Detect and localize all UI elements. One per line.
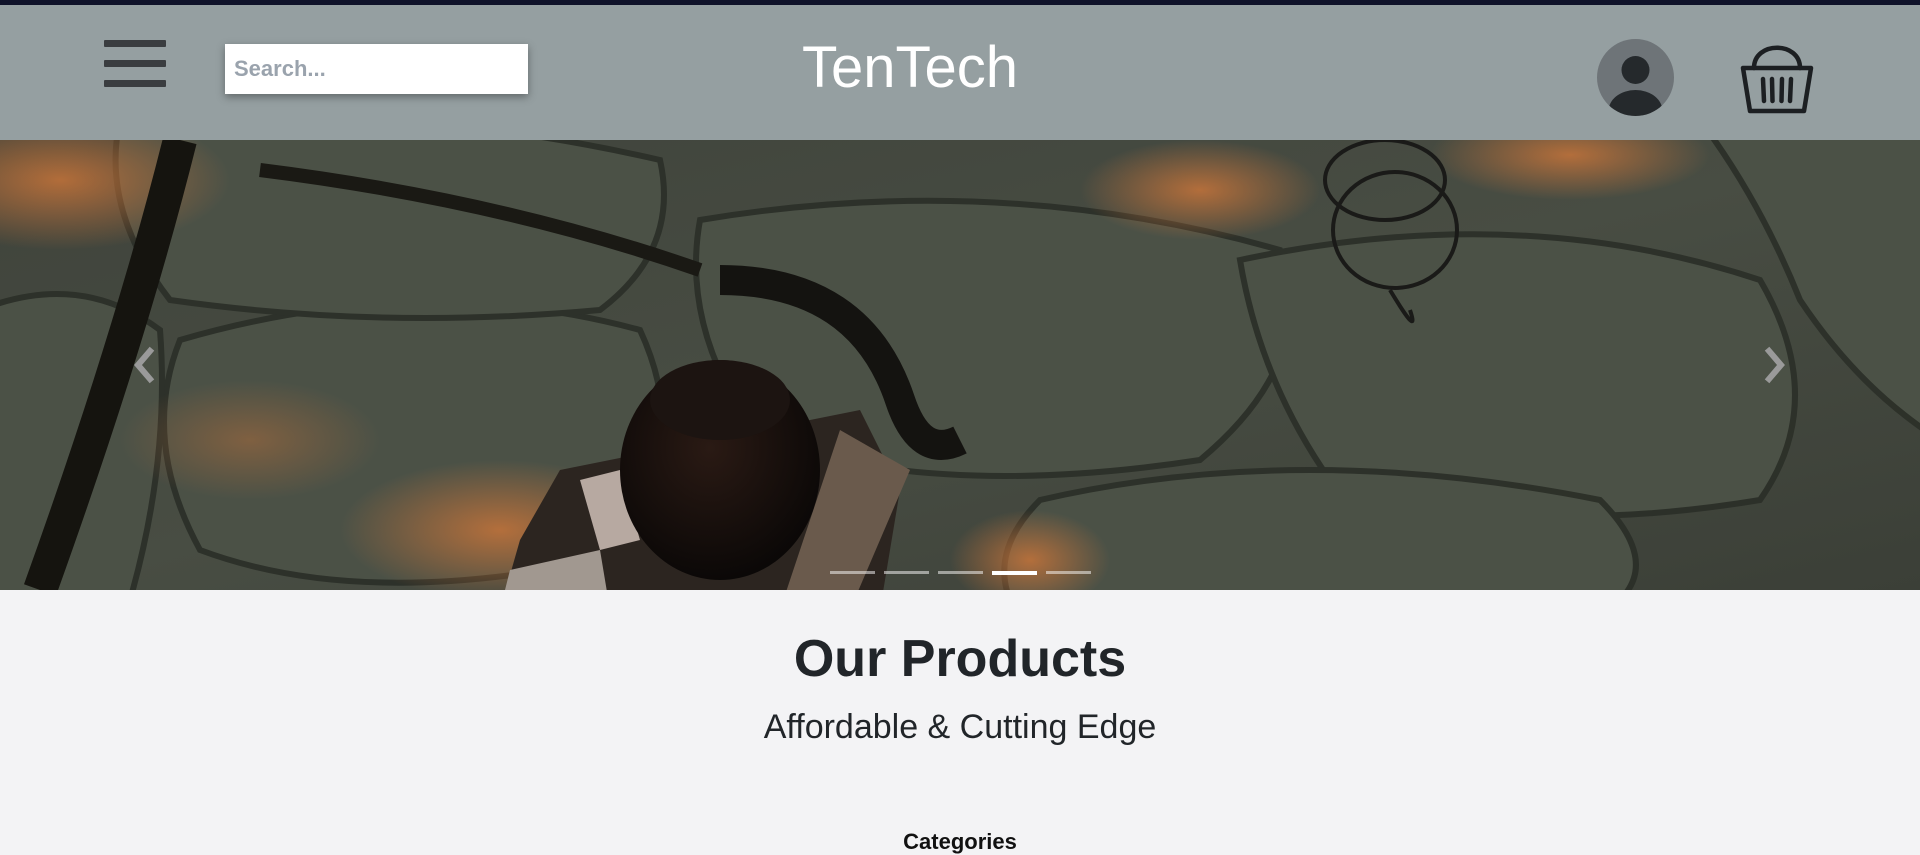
carousel-indicator-5[interactable]: [1046, 571, 1091, 574]
brand-logo[interactable]: TenTech: [700, 33, 1120, 103]
search-input[interactable]: [225, 44, 528, 94]
shopping-basket-icon[interactable]: [1740, 35, 1814, 117]
hamburger-menu-icon[interactable]: [104, 38, 166, 88]
chevron-left-icon: [134, 346, 155, 384]
carousel-indicator-2[interactable]: [884, 571, 929, 574]
carousel-prev-button[interactable]: [128, 345, 158, 385]
carousel-indicator-3[interactable]: [938, 571, 983, 574]
products-title: Our Products: [793, 630, 1127, 688]
categories-heading: Categories: [903, 829, 1017, 854]
chevron-right-icon: [1764, 346, 1785, 384]
carousel-image: [0, 140, 1920, 590]
products-subtitle: Affordable & Cutting Edge: [763, 708, 1157, 746]
carousel-indicator-1[interactable]: [830, 571, 875, 574]
carousel-next-button[interactable]: [1761, 345, 1791, 385]
user-avatar-icon[interactable]: [1597, 39, 1674, 116]
navbar: TenTech: [0, 5, 1920, 140]
carousel-indicator-4[interactable]: [992, 571, 1037, 575]
hero-carousel: [0, 140, 1920, 590]
